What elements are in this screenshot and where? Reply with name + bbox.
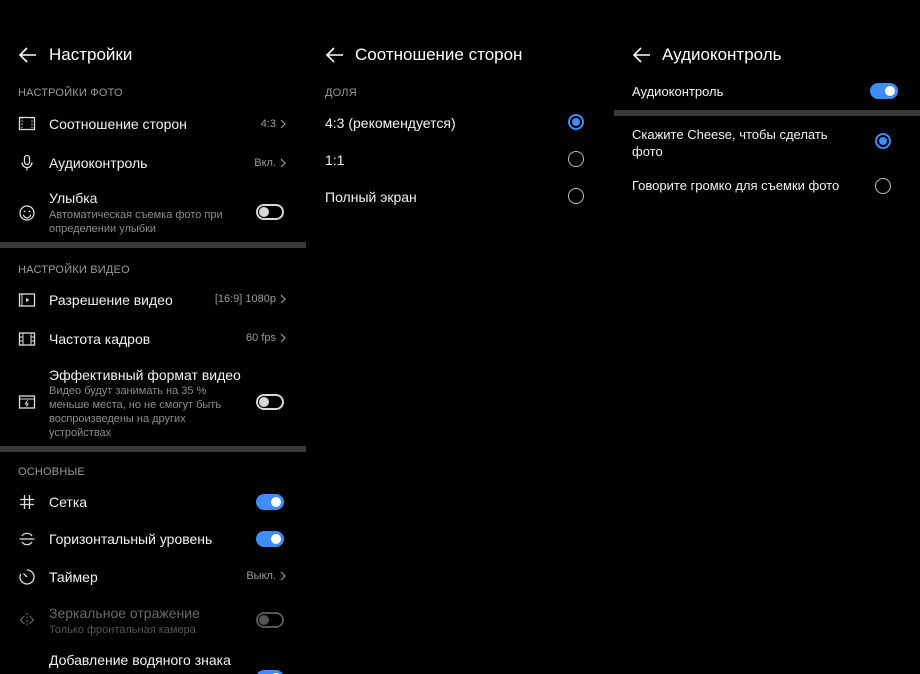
- back-arrow-icon[interactable]: [632, 46, 652, 64]
- page-title: Настройки: [49, 45, 133, 64]
- mirror-icon: [18, 611, 36, 629]
- smile-toggle[interactable]: [256, 204, 284, 220]
- toggle-knob: [885, 86, 895, 96]
- option-label: Полный экран: [325, 189, 417, 205]
- timer-item[interactable]: Таймер Выкл.: [0, 563, 306, 591]
- film-icon: [18, 330, 36, 348]
- back-arrow-icon[interactable]: [325, 46, 345, 64]
- aspect-ratio-label: Соотношение сторон: [49, 116, 187, 132]
- watermark-toggle[interactable]: [256, 670, 284, 674]
- mirror-toggle[interactable]: [256, 612, 284, 628]
- audio-control-label: Аудиоконтроль: [49, 155, 148, 171]
- toggle-knob: [259, 397, 269, 407]
- aspect-ratio-item[interactable]: Соотношение сторон 4:3: [0, 110, 306, 138]
- audio-control-toggle-label: Аудиоконтроль: [632, 84, 724, 99]
- smile-icon: [18, 204, 36, 222]
- option-label: 1:1: [325, 152, 345, 168]
- toggle-knob: [259, 207, 269, 217]
- radio-unselected[interactable]: [875, 178, 891, 194]
- page-title: Соотношение сторон: [355, 45, 523, 64]
- section-divider: [0, 242, 306, 248]
- aspect-ratio-panel: Соотношение сторон ДОЛЯ 4:3 (рекомендует…: [307, 0, 613, 674]
- section-video-settings: НАСТРОЙКИ ВИДЕО: [18, 264, 130, 276]
- timer-value: Выкл.: [246, 570, 276, 582]
- horizontal-level-toggle[interactable]: [256, 531, 284, 547]
- aspect-ratio-icon: [18, 115, 36, 133]
- audio-control-toggle[interactable]: [870, 83, 898, 99]
- section-divider: [614, 110, 920, 116]
- timer-label: Таймер: [49, 569, 98, 585]
- watermark-item[interactable]: Добавление водяного знака: [0, 650, 306, 674]
- option-label: 4:3 (рекомендуется): [325, 115, 456, 131]
- grid-label: Сетка: [49, 494, 88, 510]
- horizontal-level-item[interactable]: Горизонтальный уровень: [0, 525, 306, 553]
- aspect-ratio-header: Соотношение сторон: [307, 40, 613, 70]
- smile-description: Автоматическая съемка фото при определен…: [49, 209, 223, 235]
- audio-control-header: Аудиоконтроль: [614, 40, 920, 70]
- efficient-format-description: Видео будут занимать на 35 % меньше мест…: [49, 385, 222, 439]
- option-label: Скажите Cheese, чтобы сделать фото: [632, 127, 828, 159]
- grid-item[interactable]: Сетка: [0, 488, 306, 516]
- video-format-icon: [18, 393, 36, 411]
- chevron-right-icon: [279, 571, 287, 581]
- audio-control-item[interactable]: Аудиоконтроль Вкл.: [0, 149, 306, 177]
- toggle-knob: [271, 534, 281, 544]
- aspect-option-4-3[interactable]: 4:3 (рекомендуется): [307, 110, 613, 136]
- section-ratio: ДОЛЯ: [325, 87, 357, 99]
- aspect-ratio-value: 4:3: [260, 118, 276, 130]
- chevron-right-icon: [279, 333, 287, 343]
- section-basic: ОСНОВНЫЕ: [18, 466, 85, 478]
- mirror-item[interactable]: Зеркальное отражение Только фронтальная …: [0, 603, 306, 639]
- page-title: Аудиоконтроль: [662, 45, 782, 64]
- grid-toggle[interactable]: [256, 494, 284, 510]
- smile-item[interactable]: Улыбка Автоматическая съемка фото при оп…: [0, 188, 306, 236]
- grid-icon: [18, 493, 36, 511]
- audio-control-panel: Аудиоконтроль Аудиоконтроль Скажите Chee…: [614, 0, 920, 674]
- smile-label: Улыбка: [49, 190, 98, 206]
- audio-option-loud[interactable]: Говорите громко для съемки фото: [614, 175, 920, 199]
- level-icon: [18, 530, 36, 548]
- settings-header: Настройки: [0, 40, 306, 70]
- section-divider: [0, 446, 306, 452]
- chevron-right-icon: [279, 158, 287, 168]
- mirror-label: Зеркальное отражение: [49, 605, 200, 621]
- video-resolution-value: [16:9] 1080p: [214, 293, 276, 305]
- section-photo-settings: НАСТРОЙКИ ФОТО: [18, 87, 123, 99]
- chevron-right-icon: [279, 294, 287, 304]
- timer-icon: [18, 568, 36, 586]
- video-resolution-item[interactable]: Разрешение видео [16:9] 1080p: [0, 286, 306, 314]
- aspect-option-fullscreen[interactable]: Полный экран: [307, 184, 613, 210]
- chevron-right-icon: [279, 119, 287, 129]
- audio-control-toggle-row[interactable]: Аудиоконтроль: [614, 80, 920, 104]
- microphone-icon: [18, 154, 36, 172]
- frame-rate-item[interactable]: Частота кадров 60 fps: [0, 325, 306, 353]
- horizontal-level-label: Горизонтальный уровень: [49, 531, 213, 547]
- frame-rate-label: Частота кадров: [49, 331, 151, 347]
- radio-unselected[interactable]: [568, 151, 584, 167]
- toggle-knob: [259, 615, 269, 625]
- option-label: Говорите громко для съемки фото: [632, 178, 840, 193]
- settings-panel: Настройки НАСТРОЙКИ ФОТО Соотношение сто…: [0, 0, 306, 674]
- video-resolution-icon: [18, 291, 36, 309]
- video-resolution-label: Разрешение видео: [49, 292, 173, 308]
- radio-selected[interactable]: [568, 114, 584, 130]
- aspect-option-1-1[interactable]: 1:1: [307, 147, 613, 173]
- efficient-format-label: Эффективный формат видео: [49, 367, 241, 383]
- audio-option-cheese[interactable]: Скажите Cheese, чтобы сделать фото: [614, 124, 920, 160]
- efficient-format-item[interactable]: Эффективный формат видео Видео будут зан…: [0, 365, 306, 441]
- frame-rate-value: 60 fps: [246, 332, 276, 344]
- efficient-format-toggle[interactable]: [256, 394, 284, 410]
- radio-selected[interactable]: [875, 133, 891, 149]
- back-arrow-icon[interactable]: [18, 46, 38, 64]
- radio-unselected[interactable]: [568, 188, 584, 204]
- mirror-description: Только фронтальная камера: [49, 624, 196, 636]
- watermark-label: Добавление водяного знака: [49, 652, 231, 668]
- audio-control-value: Вкл.: [254, 157, 276, 169]
- toggle-knob: [271, 497, 281, 507]
